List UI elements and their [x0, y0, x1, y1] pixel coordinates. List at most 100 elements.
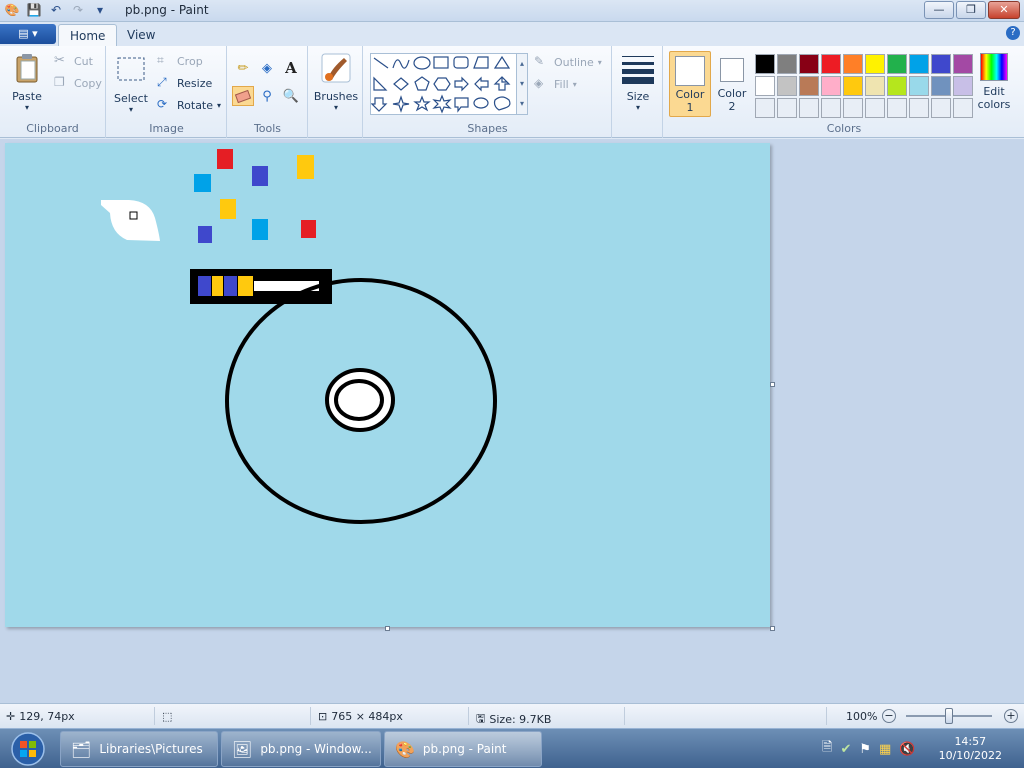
palette-swatch[interactable]	[755, 76, 775, 96]
pencil-tool[interactable]: ✏	[232, 58, 254, 78]
palette-swatch[interactable]	[843, 76, 863, 96]
color1-swatch	[675, 56, 705, 86]
shapes-gallery-icons	[370, 55, 511, 114]
taskbar-item-libraries[interactable]: 🗂 Libraries\Pictures	[60, 731, 218, 767]
select-button[interactable]: Select ▾	[113, 54, 149, 114]
color2-label: Color	[717, 87, 747, 100]
zoom-slider-thumb[interactable]	[945, 708, 953, 724]
minimize-button[interactable]: —	[924, 1, 954, 19]
palette-swatch[interactable]	[821, 76, 841, 96]
zoom-in-button[interactable]: +	[1004, 709, 1018, 723]
resize-button[interactable]: ⤢ Resize	[157, 75, 212, 91]
fill-label: Fill	[554, 77, 569, 91]
rotate-button[interactable]: ⟳ Rotate ▾	[157, 97, 221, 113]
palette-swatch[interactable]	[777, 76, 797, 96]
color-picker-tool[interactable]: ⚲	[256, 86, 278, 106]
close-button[interactable]: ✕	[988, 1, 1020, 19]
workspace[interactable]	[0, 139, 1024, 703]
taskbar-item-photo-viewer[interactable]: 🖼 pb.png - Window...	[221, 731, 381, 767]
palette-swatch[interactable]	[843, 54, 863, 74]
palette-swatch[interactable]	[821, 54, 841, 74]
palette-swatch[interactable]	[909, 54, 929, 74]
select-label: Select	[114, 92, 148, 105]
copy-button[interactable]: ❐ Copy	[54, 75, 102, 91]
customize-qat-icon[interactable]: ▾	[92, 2, 108, 18]
cursor-position-value: 129, 74px	[19, 710, 75, 723]
selection-icon	[117, 57, 145, 81]
paint-menu-button[interactable]: ▤ ▾	[0, 24, 56, 44]
palette-swatch[interactable]	[777, 54, 797, 74]
palette-swatch[interactable]	[909, 98, 929, 118]
magnifier-tool[interactable]: 🔍	[280, 86, 302, 106]
flag-tray-icon[interactable]: ⚑	[859, 742, 871, 757]
palette-swatch[interactable]	[887, 76, 907, 96]
palette-swatch[interactable]	[931, 54, 951, 74]
clipboard-group: Paste ▾ ✂ Cut ❐ Copy Clipboard	[0, 46, 106, 138]
palette-swatch[interactable]	[931, 76, 951, 96]
security-tray-icon[interactable]: ✔	[840, 742, 851, 757]
quick-access-toolbar: 🎨 💾 ↶ ↷ ▾	[4, 2, 108, 18]
palette-swatch[interactable]	[799, 54, 819, 74]
palette-swatch[interactable]	[865, 54, 885, 74]
crop-button[interactable]: ⌗ Crop	[157, 53, 203, 69]
text-tool[interactable]: A	[280, 58, 302, 78]
tab-view[interactable]: View	[116, 24, 166, 46]
palette-swatch[interactable]	[953, 54, 973, 74]
cut-button[interactable]: ✂ Cut	[54, 53, 93, 69]
undo-icon[interactable]: ↶	[48, 2, 64, 18]
palette-swatch[interactable]	[887, 54, 907, 74]
color1-button[interactable]: Color 1	[669, 51, 711, 117]
taskbar-item-paint[interactable]: 🎨 pb.png - Paint	[384, 731, 542, 767]
color2-button[interactable]: Color 2	[713, 51, 751, 117]
copy-label: Copy	[74, 76, 102, 90]
palette-swatch[interactable]	[799, 98, 819, 118]
volume-muted-icon[interactable]: 🔇	[899, 742, 915, 757]
tools-group: ✏ ◈ A ⚲ 🔍 Tools	[228, 46, 308, 138]
paint-app-icon[interactable]: 🎨	[4, 2, 20, 18]
palette-swatch[interactable]	[953, 98, 973, 118]
tools-group-label: Tools	[253, 122, 282, 135]
palette-swatch[interactable]	[865, 98, 885, 118]
fill-button[interactable]: ◈ Fill ▾	[534, 76, 577, 92]
edit-colors-button[interactable]: Edit colors	[974, 51, 1014, 111]
palette-swatch[interactable]	[799, 76, 819, 96]
palette-swatch[interactable]	[755, 54, 775, 74]
progress-segment-blue	[198, 276, 211, 296]
zoom-out-button[interactable]: −	[882, 709, 896, 723]
resize-handle-bottom[interactable]	[385, 626, 390, 631]
brushes-button[interactable]: Brushes ▾	[313, 52, 359, 112]
yellow-square	[297, 155, 314, 179]
palette-swatch[interactable]	[865, 76, 885, 96]
palette-swatch[interactable]	[821, 98, 841, 118]
edit-colors-label-2: colors	[977, 98, 1011, 111]
maximize-button[interactable]: ❐	[956, 1, 986, 19]
palette-swatch[interactable]	[931, 98, 951, 118]
outline-button[interactable]: ✎ Outline ▾	[534, 54, 602, 70]
shapes-scrollbar[interactable]: ▴ ▾ ▾	[516, 53, 528, 115]
save-icon[interactable]: 💾	[26, 2, 42, 18]
fill-tool[interactable]: ◈	[256, 58, 278, 78]
network-tray-icon[interactable]: ▦	[879, 742, 891, 757]
resize-handle-corner[interactable]	[770, 626, 775, 631]
size-group: Size ▾	[613, 46, 663, 138]
help-icon[interactable]: ?	[1006, 26, 1020, 40]
size-button[interactable]: Size ▾	[619, 52, 657, 112]
palette-swatch[interactable]	[953, 76, 973, 96]
palette-swatch[interactable]	[755, 98, 775, 118]
color1-label: Color	[675, 88, 705, 101]
paste-button[interactable]: Paste ▾	[8, 52, 46, 112]
clipboard-icon	[16, 54, 38, 83]
clock[interactable]: 14:57 10/10/2022	[939, 735, 1002, 763]
document-tray-icon[interactable]: 🗎	[822, 738, 832, 760]
drawing-canvas[interactable]	[5, 143, 770, 627]
resize-handle-right[interactable]	[770, 382, 775, 387]
start-button[interactable]	[4, 729, 48, 768]
palette-swatch[interactable]	[887, 98, 907, 118]
palette-swatch[interactable]	[909, 76, 929, 96]
redo-icon[interactable]: ↷	[70, 2, 86, 18]
palette-swatch[interactable]	[777, 98, 797, 118]
blue-square	[252, 166, 268, 186]
tab-home[interactable]: Home	[58, 24, 118, 46]
palette-swatch[interactable]	[843, 98, 863, 118]
eraser-tool[interactable]	[232, 86, 254, 106]
